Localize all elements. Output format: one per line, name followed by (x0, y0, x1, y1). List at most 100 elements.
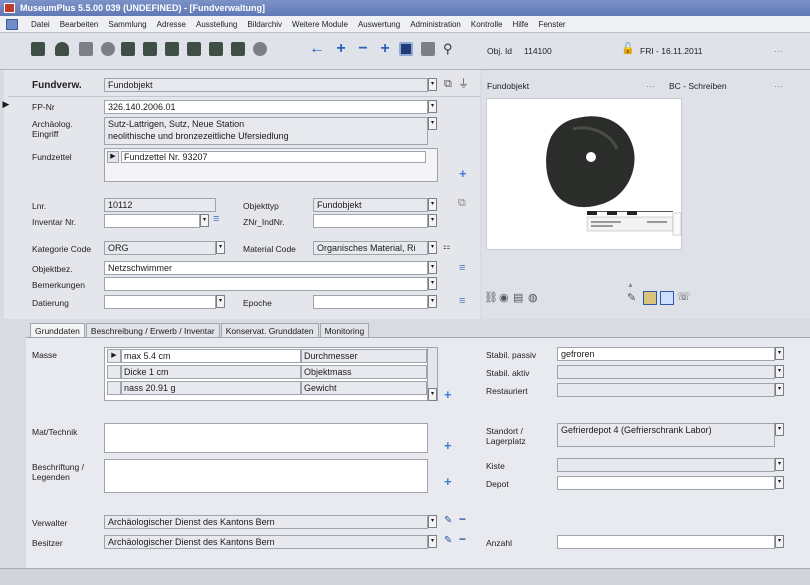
fp-nr-field[interactable]: 326.140.2006.01 (104, 100, 428, 114)
masse-value[interactable]: max 5.4 cm (121, 349, 301, 363)
media-chart-icon[interactable] (643, 291, 657, 305)
filter-icon[interactable]: ⏚ (458, 79, 469, 90)
datierung-field[interactable] (104, 295, 216, 309)
link-media-icon[interactable]: ⛓ (484, 293, 498, 304)
media-home-icon[interactable] (660, 291, 674, 305)
menu-administration[interactable]: Administration (405, 20, 466, 29)
epoche-list-icon[interactable]: ≡ (459, 296, 465, 307)
besitzer-edit-icon[interactable]: ✎ (444, 535, 452, 546)
menu-sammlung[interactable]: Sammlung (103, 20, 151, 29)
stabil-aktiv-dropdown[interactable]: ▾ (775, 365, 784, 378)
tab-grunddaten[interactable]: Grunddaten (30, 323, 85, 338)
verwalter-field[interactable]: Archäologischer Dienst des Kantons Bern (104, 515, 428, 529)
fundzettel-grid[interactable]: ▶ Fundzettel Nr. 93207 (104, 148, 438, 182)
standort-field[interactable]: Gefrierdepot 4 (Gefrierschrank Labor) (557, 423, 775, 447)
restauriert-dropdown[interactable]: ▾ (775, 383, 784, 396)
kiste-field[interactable] (557, 458, 775, 472)
kategorie-field[interactable]: ORG (104, 241, 216, 255)
material-lookup-icon[interactable]: ⚏ (443, 242, 450, 252)
menu-ausstellung[interactable]: Ausstellung (191, 20, 242, 29)
add-record-icon[interactable]: + (377, 41, 393, 57)
mattechnik-add-icon[interactable]: + (444, 439, 452, 452)
verwalter-edit-icon[interactable]: ✎ (444, 515, 452, 526)
besitzer-field[interactable]: Archäologischer Dienst des Kantons Bern (104, 535, 428, 549)
menu-auswertung[interactable]: Auswertung (353, 20, 405, 29)
bemerkungen-field[interactable] (104, 277, 428, 291)
inventar-list-icon[interactable]: ≡ (213, 214, 219, 225)
fundzettel-add-icon[interactable]: + (459, 167, 467, 180)
datierung-dropdown[interactable]: ▾ (216, 295, 225, 308)
menu-kontrolle[interactable]: Kontrolle (466, 20, 508, 29)
fundzettel-row[interactable]: Fundzettel Nr. 93207 (121, 151, 426, 163)
besitzer-remove-icon[interactable]: − (459, 532, 466, 546)
row-selector[interactable] (107, 381, 121, 395)
view-media-icon[interactable]: ◉ (499, 293, 509, 304)
masse-value[interactable]: Dicke 1 cm (121, 365, 301, 379)
media-sound-icon[interactable]: ☏ (677, 292, 691, 303)
row-selector[interactable] (107, 365, 121, 379)
print-icon[interactable] (421, 42, 435, 56)
masse-type[interactable]: Durchmesser (301, 349, 427, 363)
photo-archive-icon[interactable] (231, 42, 245, 56)
objektbez-list-icon[interactable]: ≡ (459, 263, 465, 274)
masse-dropdown[interactable]: ▾ (428, 388, 437, 401)
archaeolog-dropdown[interactable]: ▾ (428, 117, 437, 130)
exhibition-icon[interactable] (187, 42, 201, 56)
lnr-field[interactable]: 10112 (104, 198, 216, 212)
beschriftung-add-icon[interactable]: + (444, 475, 452, 488)
anzahl-dropdown[interactable]: ▾ (775, 535, 784, 548)
masse-add-icon[interactable]: + (444, 388, 452, 401)
objekttyp-dropdown[interactable]: ▾ (428, 198, 437, 211)
inventar-field[interactable] (104, 214, 200, 228)
link-icon[interactable] (79, 42, 93, 56)
material-dropdown[interactable]: ▾ (428, 241, 437, 254)
form-icon[interactable] (31, 42, 45, 56)
menu-hilfe[interactable]: Hilfe (507, 20, 533, 29)
stabil-aktiv-field[interactable] (557, 365, 775, 379)
document-icon[interactable] (6, 18, 18, 30)
lock-icon[interactable]: 🔓 (621, 44, 635, 55)
add-icon[interactable]: + (333, 41, 349, 57)
remove-icon[interactable]: − (355, 41, 371, 57)
person-icon[interactable] (55, 42, 69, 56)
depot-field[interactable] (557, 476, 775, 490)
copy-icon[interactable]: ⧉ (444, 79, 452, 90)
depot-dropdown[interactable]: ▾ (775, 476, 784, 489)
archaeolog-field[interactable]: Sutz-Lattrigen, Sutz, Neue Station neoli… (104, 117, 428, 145)
media-edit-icon[interactable]: ✎ (627, 293, 636, 304)
znr-field[interactable] (313, 214, 428, 228)
menu-weitere-module[interactable]: Weitere Module (287, 20, 353, 29)
restauriert-field[interactable] (557, 383, 775, 397)
verwalter-remove-icon[interactable]: − (459, 512, 466, 526)
kategorie-dropdown[interactable]: ▾ (216, 241, 225, 254)
media-globe-icon[interactable]: ◍ (528, 293, 538, 304)
media-more-button[interactable]: ··· (646, 81, 655, 91)
collapse-icon[interactable]: ▲ (627, 281, 634, 291)
media-document-icon[interactable]: ▤ (513, 293, 523, 304)
objekttyp-field[interactable]: Fundobjekt (313, 198, 428, 212)
standort-dropdown[interactable]: ▾ (775, 423, 784, 436)
copy-objekttyp-icon[interactable]: ⧉ (458, 198, 466, 209)
fp-nr-dropdown[interactable]: ▾ (428, 100, 437, 113)
group-icon[interactable] (209, 42, 223, 56)
module-select[interactable]: Fundobjekt (104, 78, 428, 92)
document-list-icon[interactable] (121, 42, 135, 56)
beschriftung-field[interactable] (104, 459, 428, 493)
more-button[interactable]: ··· (774, 46, 783, 56)
znr-dropdown[interactable]: ▾ (428, 214, 437, 227)
detail-view-icon[interactable] (399, 42, 413, 56)
bc-more-button[interactable]: ··· (774, 81, 783, 91)
back-arrow-icon[interactable]: ← (309, 41, 325, 57)
stabil-passiv-dropdown[interactable]: ▾ (775, 347, 784, 360)
anzahl-field[interactable] (557, 535, 775, 549)
inventar-dropdown[interactable]: ▾ (200, 214, 209, 227)
eye-icon[interactable] (101, 42, 115, 56)
besitzer-dropdown[interactable]: ▾ (428, 535, 437, 548)
objektbez-dropdown[interactable]: ▾ (428, 261, 437, 274)
globe-icon[interactable] (253, 42, 267, 56)
masse-type[interactable]: Gewicht (301, 381, 427, 395)
objektbez-field[interactable]: Netzschwimmer (104, 261, 428, 275)
menu-adresse[interactable]: Adresse (152, 20, 191, 29)
masse-value[interactable]: nass 20.91 g (121, 381, 301, 395)
bemerkungen-dropdown[interactable]: ▾ (428, 277, 437, 290)
